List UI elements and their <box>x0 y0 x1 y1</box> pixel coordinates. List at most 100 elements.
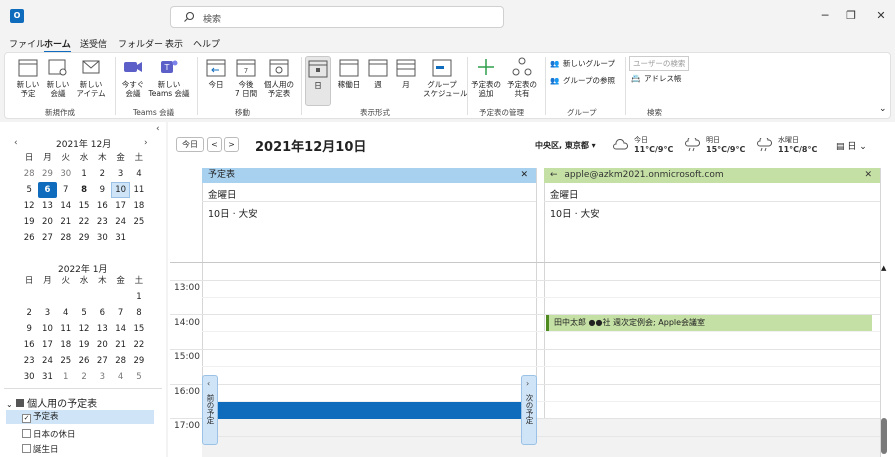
busy-time-block[interactable] <box>218 402 522 419</box>
calendar-day[interactable]: 3 <box>38 305 56 321</box>
calendar-day[interactable]: 14 <box>57 198 75 214</box>
day-view-button[interactable]: 日 <box>305 56 331 106</box>
calendar-day[interactable]: 6 <box>38 182 57 198</box>
calendar-day[interactable]: 17 <box>38 337 56 353</box>
close-icon[interactable]: ✕ <box>873 8 889 24</box>
calendar-day[interactable]: 24 <box>111 214 129 230</box>
calendar-day[interactable]: 18 <box>57 337 75 353</box>
calendar-day[interactable]: 21 <box>111 337 129 353</box>
calendar-day[interactable]: 20 <box>38 214 56 230</box>
calendar-day[interactable]: 28 <box>57 230 75 246</box>
calendar-day[interactable]: 30 <box>93 230 111 246</box>
calendar-day[interactable]: 4 <box>130 166 148 182</box>
calendar-day[interactable]: 22 <box>75 214 93 230</box>
calendar-day[interactable]: 29 <box>75 230 93 246</box>
calendar-day[interactable]: 17 <box>111 198 129 214</box>
calendar-day[interactable]: 16 <box>20 337 38 353</box>
weather-tomorrow[interactable]: 明日 15°C/9°C <box>706 136 745 155</box>
new-teams-meeting-button[interactable]: T 新しい Teams 会議 <box>148 56 190 98</box>
calendar-day[interactable]: 19 <box>75 337 93 353</box>
calendar-day[interactable]: 10 <box>38 321 56 337</box>
calendar-day[interactable]: 27 <box>38 230 56 246</box>
tab-file[interactable]: ファイル <box>9 37 45 50</box>
calendar-day[interactable]: 24 <box>38 353 56 369</box>
share-calendar-button[interactable]: 予定表の 共有 <box>505 56 539 98</box>
calendar-day[interactable]: 25 <box>130 214 148 230</box>
calendar-day[interactable]: 2 <box>20 305 38 321</box>
work-week-button[interactable]: 稼働日 <box>335 56 363 89</box>
calendar-day[interactable]: 31 <box>38 369 56 385</box>
calendar-day[interactable]: 18 <box>130 198 148 214</box>
calendar-day[interactable]: 2 <box>93 166 111 182</box>
shared-calendar-column-header[interactable]: ← apple@azkm2021.onmicrosoft.com ✕ <box>544 168 880 183</box>
checkbox-icon[interactable] <box>22 429 31 438</box>
calendar-day[interactable]: 1 <box>57 369 75 385</box>
chevron-down-icon[interactable]: ⌄ <box>879 104 887 114</box>
my-calendars-header[interactable]: ⌄ 個人用の予定表 <box>6 395 97 410</box>
calendar-day[interactable]: 6 <box>93 305 111 321</box>
calendar-day[interactable]: 2 <box>75 369 93 385</box>
tab-home[interactable]: ホーム <box>44 37 71 53</box>
address-book-button[interactable]: 📇 アドレス帳 <box>631 73 682 84</box>
next-appointment-tab[interactable]: › 次の予定 <box>521 375 537 445</box>
calendar-day[interactable]: 15 <box>130 321 148 337</box>
calendar-day[interactable]: 28 <box>20 166 38 182</box>
calendar-day[interactable]: 9 <box>93 182 111 198</box>
calendar-day[interactable]: 21 <box>57 214 75 230</box>
calendar-day[interactable]: 28 <box>111 353 129 369</box>
browse-groups-button[interactable]: 👥 グループの参照 <box>550 75 615 86</box>
calendar-day[interactable]: 8 <box>75 182 93 198</box>
previous-appointment-tab[interactable]: ‹ 前の予定 <box>202 375 218 445</box>
meet-now-button[interactable]: 今すぐ 会議 <box>118 56 148 98</box>
calendar-day[interactable]: 3 <box>111 166 129 182</box>
search-input[interactable]: 検索 <box>170 6 504 28</box>
calendar-day[interactable]: 26 <box>20 230 38 246</box>
user-search-field[interactable]: ユーザーの検索 <box>629 56 690 71</box>
close-column-icon[interactable]: ✕ <box>520 168 528 183</box>
calendar-day[interactable]: 13 <box>93 321 111 337</box>
calendar-day[interactable]: 11 <box>130 182 148 198</box>
calendar-day[interactable]: 11 <box>57 321 75 337</box>
scroll-thumb[interactable] <box>881 418 887 454</box>
calendar-day[interactable]: 5 <box>75 305 93 321</box>
prev-month-icon[interactable]: ‹ <box>14 138 18 148</box>
collapse-pane-icon[interactable]: ‹ <box>156 124 160 134</box>
calendar-day[interactable]: 5 <box>20 182 38 198</box>
checkbox-icon[interactable] <box>22 444 31 453</box>
next-day-button[interactable]: > <box>224 137 239 152</box>
calendar-day[interactable]: 5 <box>130 369 148 385</box>
next-month-icon[interactable]: › <box>144 138 148 148</box>
calendar-day[interactable]: 31 <box>111 230 129 246</box>
calendar-day[interactable]: 1 <box>75 166 93 182</box>
calendar-item-birthdays[interactable]: 誕生日 <box>22 443 59 455</box>
minimize-icon[interactable]: ─ <box>817 8 833 24</box>
calendar-item-holidays[interactable]: 日本の休日 <box>22 428 76 440</box>
calendar-day[interactable]: 26 <box>75 353 93 369</box>
calendar-day[interactable]: 25 <box>57 353 75 369</box>
calendar-day[interactable]: 27 <box>93 353 111 369</box>
calendar-day[interactable]: 13 <box>38 198 56 214</box>
scroll-up-icon[interactable]: ▲ <box>881 264 886 272</box>
calendar-day[interactable]: 19 <box>20 214 38 230</box>
calendar-day[interactable]: 7 <box>57 182 75 198</box>
calendar-day[interactable]: 7 <box>111 305 129 321</box>
calendar-day[interactable]: 3 <box>93 369 111 385</box>
personal-calendar-button[interactable]: 個人用の 予定表 <box>261 56 297 98</box>
prev-day-button[interactable]: < <box>207 137 222 152</box>
weather-today[interactable]: 今日 11°C/9°C <box>634 136 673 155</box>
calendar-day[interactable]: 23 <box>93 214 111 230</box>
location-selector[interactable]: 中央区, 東京都 ▾ <box>535 140 596 151</box>
back-arrow-icon[interactable]: ← <box>550 170 558 180</box>
calendar-column-header[interactable]: 予定表 ✕ <box>202 168 536 183</box>
tab-help[interactable]: ヘルプ <box>193 37 220 50</box>
weather-wednesday[interactable]: 水曜日 11°C/8°C <box>778 136 817 155</box>
calendar-day[interactable]: 29 <box>38 166 56 182</box>
calendar-day[interactable]: 15 <box>75 198 93 214</box>
tab-folder[interactable]: フォルダー <box>118 37 163 50</box>
calendar-day[interactable]: 4 <box>111 369 129 385</box>
group-schedule-button[interactable]: グループ スケジュール <box>423 56 467 98</box>
calendar-day[interactable]: 30 <box>20 369 38 385</box>
tab-send-receive[interactable]: 送受信 <box>80 37 107 50</box>
calendar-event[interactable]: 田中太郎 ●●社 週次定例会; Apple会議室 <box>546 315 872 331</box>
calendar-day[interactable]: 8 <box>130 305 148 321</box>
